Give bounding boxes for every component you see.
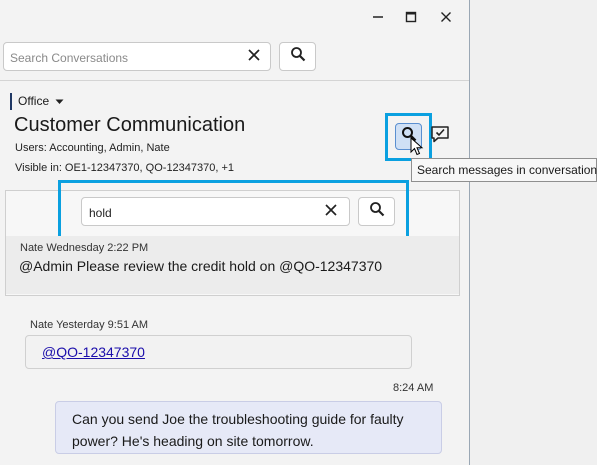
clear-icon xyxy=(324,203,338,222)
tooltip: Search messages in conversation xyxy=(411,158,597,182)
minimize-icon xyxy=(372,11,384,23)
clear-message-search-button[interactable] xyxy=(319,200,343,224)
conversation-visibility: Visible in: OE1-12347370, QO-12347370, +… xyxy=(15,162,235,174)
tasks-button[interactable] xyxy=(428,124,452,148)
clear-search-button[interactable] xyxy=(242,45,266,69)
folder-label: Office xyxy=(18,94,50,108)
maximize-button[interactable] xyxy=(396,4,426,30)
conversation-title: Customer Communication xyxy=(14,114,246,136)
message-search-input[interactable] xyxy=(87,198,311,227)
conversation-window: Office Customer Communication Users: Acc… xyxy=(0,0,470,465)
title-bar xyxy=(0,0,469,34)
conversation-search-button[interactable] xyxy=(279,42,316,71)
conversation-users: Users: Accounting, Admin, Nate xyxy=(15,142,170,154)
minimize-button[interactable] xyxy=(363,4,393,30)
quote-link[interactable]: @QO-12347370 xyxy=(42,344,145,360)
clear-icon xyxy=(247,48,261,67)
message-search-box xyxy=(81,197,350,227)
message-bubble-outgoing: Can you send Joe the troubleshooting gui… xyxy=(55,401,442,454)
result-author: Nate xyxy=(20,242,44,254)
result-meta: Nate Wednesday 2:22 PM xyxy=(20,242,148,254)
conversation-search-input[interactable] xyxy=(8,43,237,72)
message-author: Nate xyxy=(30,319,54,331)
divider xyxy=(0,80,469,81)
search-icon xyxy=(290,46,306,67)
folder-selector[interactable]: Office xyxy=(10,93,64,110)
maximize-icon xyxy=(405,11,417,23)
message-search-button[interactable] xyxy=(358,197,395,226)
message-meta: Nate Yesterday 9:51 AM xyxy=(30,319,148,331)
search-icon xyxy=(369,201,385,222)
message-time: 8:24 AM xyxy=(393,382,434,394)
close-icon xyxy=(440,11,452,23)
result-text: @Admin Please review the credit hold on … xyxy=(19,258,383,274)
chevron-down-icon xyxy=(55,93,64,110)
message-time: Yesterday 9:51 AM xyxy=(56,319,149,331)
result-time: Wednesday 2:22 PM xyxy=(46,242,149,254)
close-window-button[interactable] xyxy=(431,4,461,30)
task-check-icon xyxy=(430,125,450,148)
conversation-search-box xyxy=(3,42,271,72)
